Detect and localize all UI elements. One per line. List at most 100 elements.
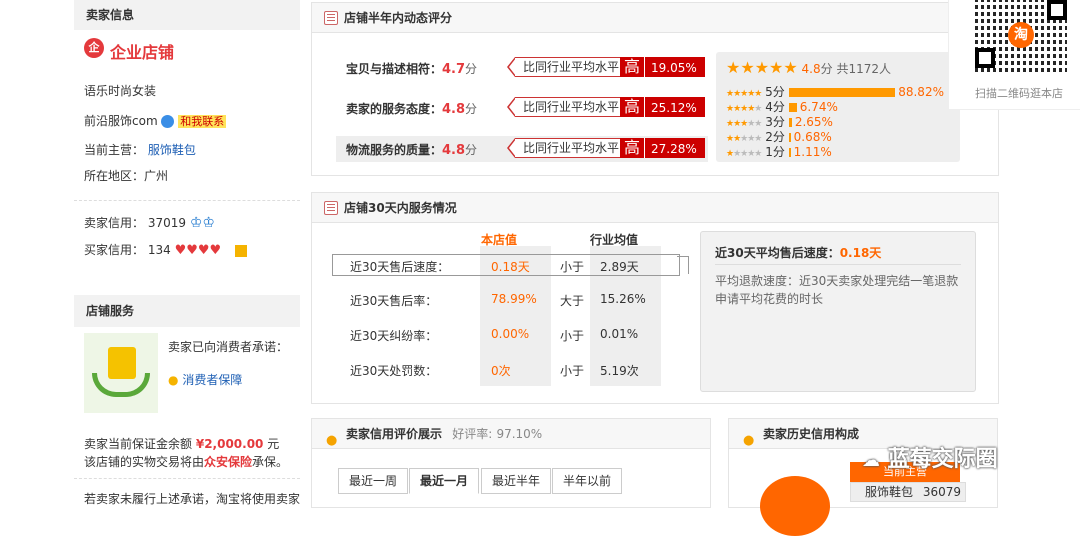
compare-desc: 比同行业平均水平高 19.05%	[507, 57, 705, 77]
rating-row-desc: 宝贝与描述相符：4.7分	[346, 62, 478, 77]
seller-info-title: 卖家信息	[86, 8, 135, 22]
shop-service-title: 店铺服务	[86, 304, 135, 318]
dist-row-3: ★★★★★ 3分 2.65%	[726, 115, 833, 129]
calendar-icon	[324, 11, 338, 25]
insurance-text: 该店铺的实物交易将由	[84, 455, 205, 469]
buyer-credit-value: 134	[147, 243, 171, 257]
insurance-row: 该店铺的实物交易将由众安保险承保。	[84, 453, 288, 470]
row-label: 近30天售后率：	[350, 294, 438, 308]
enterprise-badge-icon: 企	[84, 38, 104, 58]
divider	[74, 200, 300, 201]
qr-finder	[1047, 0, 1067, 20]
summary-score: 4.8	[801, 62, 821, 76]
calendar-icon	[324, 201, 338, 215]
row-compare: 小于	[560, 329, 585, 343]
summary-count: 共1172人	[836, 62, 892, 76]
wechat-icon: ☁	[862, 450, 880, 471]
row-compare: 大于	[560, 294, 585, 308]
history-value: 36079	[922, 485, 962, 499]
distribution-bar	[788, 148, 791, 157]
qr-finder	[975, 48, 995, 68]
distribution-bar	[788, 118, 792, 127]
buyer-credit-label: 买家信用：	[84, 243, 145, 257]
history-pie	[760, 476, 830, 536]
row-arrow	[677, 256, 689, 274]
divider	[715, 264, 961, 265]
col-industry-header: 行业均值	[590, 233, 639, 247]
col-shop-header: 本店值	[481, 233, 518, 247]
main-business-label: 当前主营：	[84, 143, 145, 157]
company-type: 企业店铺	[110, 43, 175, 62]
dynamic-rating-header: 店铺半年内动态评分	[312, 3, 998, 33]
summary-score-row: ★★★★★ 4.8分 共1172人	[726, 58, 891, 77]
compare-logistics: 比同行业平均水平高 27.28%	[507, 138, 705, 158]
shop-url-row: 前沿服饰com 和我联系	[84, 112, 227, 129]
row-label: 近30天处罚数：	[350, 364, 438, 378]
rating-row-logistics: 物流服务的质量：4.8分	[346, 143, 478, 158]
summary-unit: 分	[820, 62, 833, 76]
insurance-suffix: 承保。	[252, 455, 289, 469]
user-icon: ●	[326, 433, 338, 448]
rate-label: 好评率:	[452, 427, 493, 441]
distribution-bar	[788, 88, 896, 97]
service-30-header: 店铺30天内服务情况	[312, 193, 998, 223]
wangwang-icon[interactable]	[161, 115, 175, 128]
region-value: 广州	[144, 169, 169, 183]
detail-title: 近30天平均售后速度：	[715, 246, 840, 260]
rating-distribution: ★★★★★ 4.8分 共1172人 ★★★★★ 5分 88.82% ★★★★★ …	[716, 52, 960, 162]
crown-icon: ♔♔	[189, 215, 215, 231]
row-shop-value: 0.18天	[491, 260, 530, 274]
guarantee-bag-icon	[84, 333, 158, 413]
heart-icon: ♥♥♥♥	[174, 243, 222, 258]
service-detail-box: 近30天平均售后速度：0.18天 平均退款速度：近30天卖家处理完结一笔退款申请…	[700, 231, 976, 392]
distribution-bar	[788, 103, 797, 112]
row-label: 近30天售后速度：	[350, 260, 450, 274]
guarantee-row: ● 消费者保障	[168, 371, 242, 388]
row-shop-value: 0次	[491, 364, 511, 378]
compare-service: 比同行业平均水平高 25.12%	[507, 97, 705, 117]
main-business-row: 当前主营： 服饰鞋包	[84, 141, 196, 158]
guarantee-link[interactable]: 消费者保障	[182, 373, 242, 387]
shop-name: 语乐时尚女装	[84, 84, 157, 98]
distribution-bar	[788, 133, 791, 142]
region-row: 所在地区：广州	[84, 167, 168, 184]
seller-info-header: 卖家信息	[74, 0, 300, 30]
credit-history-title: 卖家历史信用构成	[763, 427, 860, 441]
deposit-unit: 元	[267, 437, 280, 451]
row-compare: 小于	[560, 260, 585, 274]
divider	[74, 478, 300, 479]
watermark: ☁ 蓝莓交际圈	[862, 441, 998, 473]
detail-title-row: 近30天平均售后速度：0.18天	[715, 244, 881, 261]
qr-caption: 扫描二维码逛本店	[975, 87, 1063, 100]
buyer-credit-row: 买家信用： 134 ♥♥♥♥	[84, 241, 248, 258]
row-shop-value: 78.99%	[491, 292, 537, 306]
star-rating-icon: ★★★★★	[726, 58, 798, 77]
tab-month[interactable]: 最近一月	[409, 468, 480, 494]
row-label: 近30天纠纷率：	[350, 329, 438, 343]
seller-credit-value: 37019	[147, 216, 187, 230]
credit-display-panel: ● 卖家信用评价展示 好评率: 97.10%	[311, 418, 711, 508]
tab-week[interactable]: 最近一周	[338, 468, 409, 494]
seller-credit-label: 卖家信用：	[84, 216, 145, 230]
seller-credit-row: 卖家信用： 37019 ♔♔	[84, 214, 215, 231]
tab-half-year[interactable]: 最近半年	[481, 468, 552, 494]
tab-before-half-year[interactable]: 半年以前	[552, 468, 623, 494]
dynamic-rating-title: 店铺半年内动态评分	[344, 11, 453, 25]
contact-link[interactable]: 和我联系	[178, 115, 227, 128]
watermark-text: 蓝莓交际圈	[887, 447, 998, 472]
left-sidebar: 卖家信息 企 企业店铺 语乐时尚女装 前沿服饰com 和我联系 当前主营： 服饰…	[74, 0, 300, 506]
dist-row-4: ★★★★★ 4分 6.74%	[726, 100, 838, 114]
user-icon: ●	[743, 433, 755, 448]
shop-url[interactable]: 前沿服饰com	[84, 114, 158, 128]
row-shop-value: 0.00%	[491, 327, 530, 341]
insurance-link[interactable]: 众安保险	[204, 455, 252, 469]
taobao-logo-icon: 淘	[1008, 22, 1034, 48]
row-compare: 小于	[560, 364, 585, 378]
main-business-link[interactable]: 服饰鞋包	[148, 143, 196, 157]
guarantee-icon: ●	[168, 373, 179, 387]
row-industry-value: 5.19次	[600, 364, 639, 378]
deposit-row: 卖家当前保证金余额 ¥2,000.00 元	[84, 435, 279, 452]
rate-value: 97.10%	[496, 427, 543, 441]
detail-desc: 平均退款速度：近30天卖家处理完结一笔退款申请平均花费的时长	[715, 274, 959, 306]
promise-text: 卖家已向消费者承诺：	[168, 340, 289, 354]
